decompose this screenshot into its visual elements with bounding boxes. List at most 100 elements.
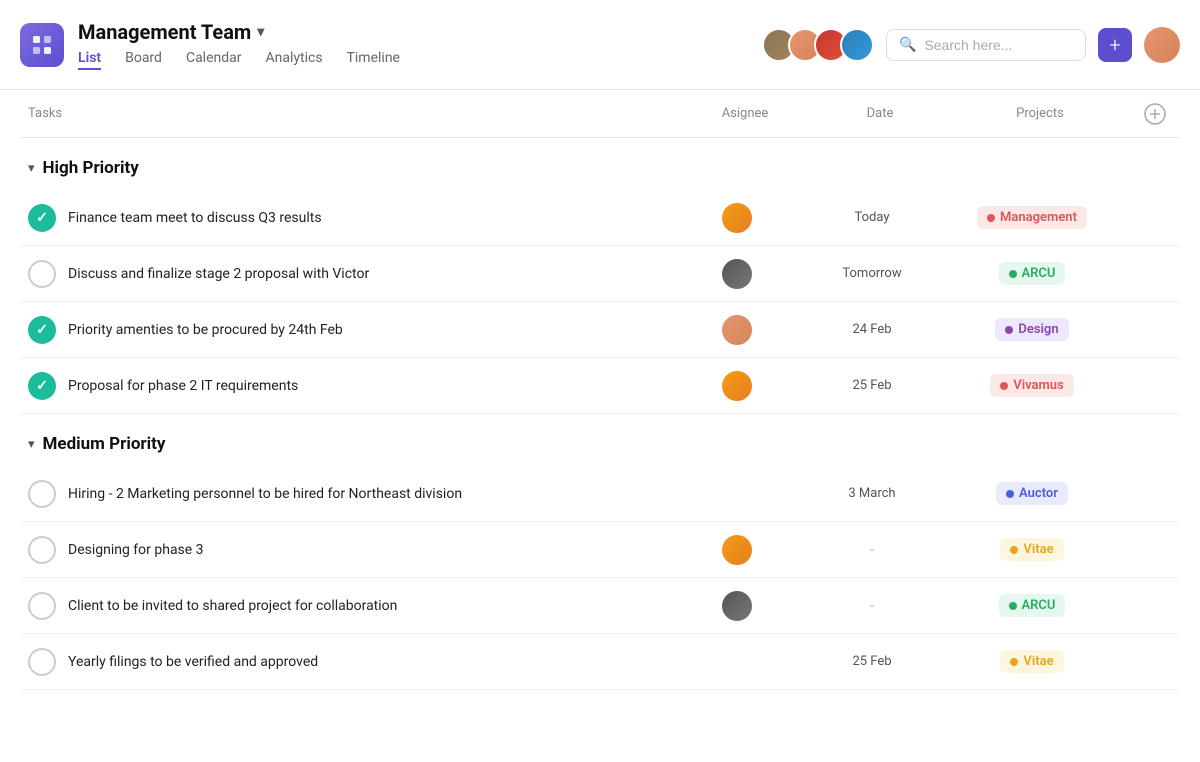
col-date-header: Date xyxy=(810,106,950,121)
app-title: Management Team ▾ xyxy=(78,20,762,44)
task-left: Discuss and finalize stage 2 proposal wi… xyxy=(28,260,672,288)
task-row: ✓ Finance team meet to discuss Q3 result… xyxy=(20,190,1180,246)
assignee-cell xyxy=(672,535,802,565)
assignee-avatar[interactable] xyxy=(722,315,752,345)
task-checkbox[interactable] xyxy=(28,648,56,676)
project-badge[interactable]: Vivamus xyxy=(990,374,1073,397)
add-column-button[interactable] xyxy=(1130,103,1180,125)
task-name: Finance team meet to discuss Q3 results xyxy=(68,210,322,226)
project-badge[interactable]: Management xyxy=(977,206,1087,229)
avatar-4[interactable] xyxy=(840,28,874,62)
task-checkbox[interactable] xyxy=(28,592,56,620)
section-high-priority-title: High Priority xyxy=(43,158,139,178)
section-medium-priority-header[interactable]: ▾ Medium Priority xyxy=(20,414,1180,466)
nav-tabs: List Board Calendar Analytics Timeline xyxy=(78,50,762,70)
project-badge[interactable]: Vitae xyxy=(1000,538,1063,561)
task-name: Designing for phase 3 xyxy=(68,542,204,558)
assignee-avatar[interactable] xyxy=(722,371,752,401)
project-badge[interactable]: ARCU xyxy=(999,262,1066,285)
badge-dot xyxy=(1006,490,1014,498)
badge-dot xyxy=(1000,382,1008,390)
project-cell: Auctor xyxy=(942,482,1122,505)
date-cell: - xyxy=(802,598,942,614)
project-badge[interactable]: Auctor xyxy=(996,482,1068,505)
task-left: Hiring - 2 Marketing personnel to be hir… xyxy=(28,480,672,508)
current-user-avatar[interactable] xyxy=(1144,27,1180,63)
tab-calendar[interactable]: Calendar xyxy=(186,50,242,70)
task-row: Designing for phase 3 - Vitae xyxy=(20,522,1180,578)
task-name: Yearly filings to be verified and approv… xyxy=(68,654,318,670)
assignee-avatar[interactable] xyxy=(722,203,752,233)
badge-label: Management xyxy=(1000,210,1077,225)
project-badge[interactable]: ARCU xyxy=(999,594,1066,617)
badge-dot xyxy=(1005,326,1013,334)
badge-label: Vitae xyxy=(1023,542,1053,557)
add-button[interactable]: + xyxy=(1098,28,1132,62)
search-box[interactable]: 🔍 xyxy=(886,29,1086,61)
assignee-cell xyxy=(672,203,802,233)
assignee-avatar[interactable] xyxy=(722,591,752,621)
date-cell: 25 Feb xyxy=(802,654,942,669)
project-badge[interactable]: Vitae xyxy=(1000,650,1063,673)
project-cell: Design xyxy=(942,318,1122,341)
header: Management Team ▾ List Board Calendar An… xyxy=(0,0,1200,90)
toggle-medium-priority-icon: ▾ xyxy=(28,437,35,452)
task-name: Client to be invited to shared project f… xyxy=(68,598,397,614)
date-cell: 3 March xyxy=(802,486,942,501)
col-assignee-header: Asignee xyxy=(680,106,810,121)
section-medium-priority-title: Medium Priority xyxy=(43,434,166,454)
project-badge[interactable]: Design xyxy=(995,318,1068,341)
task-checkbox[interactable] xyxy=(28,260,56,288)
task-checkbox[interactable]: ✓ xyxy=(28,372,56,400)
search-input[interactable] xyxy=(924,37,1073,53)
project-cell: Vitae xyxy=(942,650,1122,673)
task-checkbox[interactable] xyxy=(28,480,56,508)
tab-analytics[interactable]: Analytics xyxy=(266,50,323,70)
toggle-high-priority-icon: ▾ xyxy=(28,161,35,176)
task-left: ✓ Finance team meet to discuss Q3 result… xyxy=(28,204,672,232)
title-text: Management Team xyxy=(78,20,251,44)
badge-label: Vivamus xyxy=(1013,378,1063,393)
title-chevron-icon[interactable]: ▾ xyxy=(257,24,264,40)
assignee-cell xyxy=(672,371,802,401)
badge-label: Design xyxy=(1018,322,1058,337)
main-content: Tasks Asignee Date Projects ▾ High Prior… xyxy=(0,90,1200,690)
col-projects-header: Projects xyxy=(950,106,1130,121)
project-cell: Management xyxy=(942,206,1122,229)
project-cell: ARCU xyxy=(942,594,1122,617)
badge-dot xyxy=(1010,658,1018,666)
task-row: Yearly filings to be verified and approv… xyxy=(20,634,1180,690)
task-left: ✓ Priority amenties to be procured by 24… xyxy=(28,316,672,344)
task-row: Discuss and finalize stage 2 proposal wi… xyxy=(20,246,1180,302)
project-cell: ARCU xyxy=(942,262,1122,285)
assignee-avatar[interactable] xyxy=(722,535,752,565)
section-high-priority-header[interactable]: ▾ High Priority xyxy=(20,138,1180,190)
assignee-cell xyxy=(672,259,802,289)
team-avatars xyxy=(762,28,874,62)
task-row: Client to be invited to shared project f… xyxy=(20,578,1180,634)
badge-label: ARCU xyxy=(1022,598,1056,613)
header-title-area: Management Team ▾ List Board Calendar An… xyxy=(78,20,762,70)
date-cell: 25 Feb xyxy=(802,378,942,393)
project-cell: Vitae xyxy=(942,538,1122,561)
tab-list[interactable]: List xyxy=(78,50,101,70)
assignee-avatar[interactable] xyxy=(722,259,752,289)
badge-label: Auctor xyxy=(1019,486,1058,501)
date-cell: Today xyxy=(802,210,942,225)
task-left: Yearly filings to be verified and approv… xyxy=(28,648,672,676)
task-name: Proposal for phase 2 IT requirements xyxy=(68,378,298,394)
badge-dot xyxy=(1009,602,1017,610)
task-row: ✓ Priority amenties to be procured by 24… xyxy=(20,302,1180,358)
tab-timeline[interactable]: Timeline xyxy=(347,50,400,70)
date-cell: Tomorrow xyxy=(802,266,942,281)
badge-dot xyxy=(987,214,995,222)
col-tasks-header: Tasks xyxy=(20,106,680,121)
task-checkbox[interactable]: ✓ xyxy=(28,204,56,232)
task-checkbox[interactable]: ✓ xyxy=(28,316,56,344)
badge-dot xyxy=(1009,270,1017,278)
badge-dot xyxy=(1010,546,1018,554)
task-checkbox[interactable] xyxy=(28,536,56,564)
table-header: Tasks Asignee Date Projects xyxy=(20,90,1180,138)
tab-board[interactable]: Board xyxy=(125,50,162,70)
date-cell: - xyxy=(802,542,942,558)
